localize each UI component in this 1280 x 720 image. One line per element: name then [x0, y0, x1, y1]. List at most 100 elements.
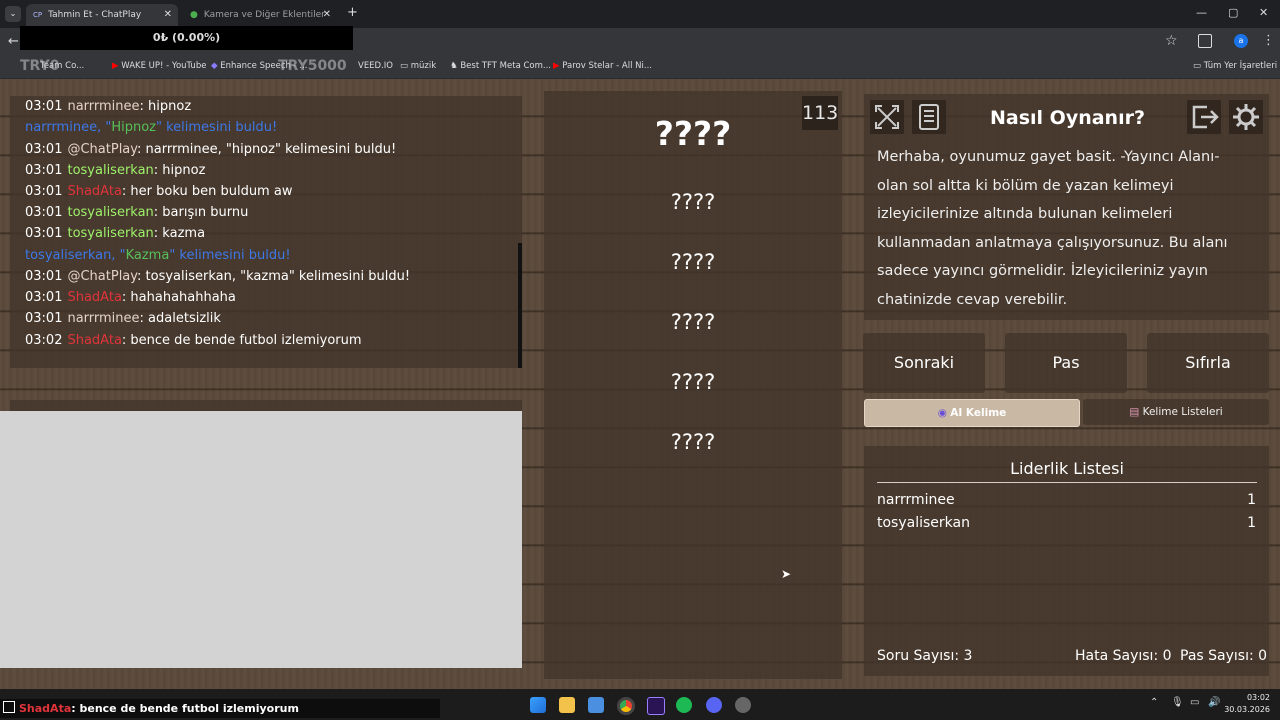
profile-avatar[interactable]: a — [1234, 34, 1248, 48]
bookmark-item[interactable]: ▭ Tüm Yer İşaretleri — [1193, 61, 1277, 71]
logout-icon[interactable] — [1187, 100, 1221, 134]
chat-timestamp: 03:01 — [25, 99, 63, 114]
spotify-icon[interactable] — [676, 697, 692, 713]
chat-username[interactable]: tosyaliserkan — [67, 163, 153, 178]
chat-timestamp: 03:01 — [25, 226, 63, 241]
chat-timestamp: 03:01 — [25, 184, 63, 199]
error-count: Hata Sayısı: 0 — [1075, 648, 1172, 664]
chat-message: 03:01 ShadAta: hahahahahhaha — [25, 290, 236, 305]
app-icon[interactable] — [735, 697, 751, 713]
tab-extensions[interactable]: ● Kamera ve Diğer Eklentiler ✕ — [182, 4, 337, 26]
list-icon: ▤ — [1129, 406, 1140, 418]
chat-timestamp: 03:01 — [25, 269, 63, 284]
chat-message: 03:01 ShadAta: her boku ben buldum aw — [25, 184, 292, 199]
chrome-icon[interactable] — [617, 697, 635, 715]
chat-message: 03:02 ShadAta: bence de bende futbol izle… — [25, 333, 362, 348]
leaderboard-score: 1 — [1247, 515, 1256, 531]
maximize-button[interactable]: ▢ — [1228, 6, 1238, 19]
bookmark-star-icon[interactable]: ☆ — [1165, 33, 1178, 49]
tab-chatplay[interactable]: CP Tahmin Et - ChatPlay ✕ — [26, 4, 178, 26]
rules-title: Nasıl Oynanır? — [990, 107, 1145, 129]
chat-username[interactable]: ShadAta — [67, 333, 121, 348]
chat-username[interactable]: narrrminee — [67, 311, 139, 326]
extensions-puzzle-icon[interactable] — [1198, 34, 1212, 48]
windows-start-icon[interactable] — [530, 697, 546, 713]
message-box-icon — [3, 701, 15, 713]
chat-username[interactable]: tosyaliserkan, — [25, 248, 115, 263]
bookmark-label: Tüm Yer İşaretleri — [1203, 61, 1278, 71]
ai-word-button[interactable]: ◉ AI Kelime — [864, 399, 1080, 427]
network-icon[interactable]: ▭ — [1190, 697, 1199, 708]
chat-username[interactable]: narrrminee — [67, 99, 139, 114]
premiere-icon[interactable] — [647, 697, 665, 715]
tab-label: Tahmin Et - ChatPlay — [48, 10, 142, 20]
chat-message: 03:01 @ChatPlay: narrrminee, "hipnoz" kel… — [25, 142, 396, 157]
chat-username[interactable]: tosyaliserkan — [67, 226, 153, 241]
notes-icon[interactable] — [912, 100, 946, 134]
pass-button[interactable]: Pas — [1005, 333, 1127, 393]
forbidden-word: ???? — [670, 310, 716, 334]
chat-message: 03:01 tosyaliserkan: hipnoz — [25, 163, 205, 178]
microphone-icon[interactable]: 🎙 — [1171, 697, 1184, 708]
tray-chevron-icon[interactable]: ⌃ — [1150, 697, 1158, 708]
chatplay-favicon: CP — [33, 11, 43, 19]
new-tab-button[interactable]: + — [347, 5, 358, 20]
chat-text: : hipnoz — [153, 163, 206, 178]
found-word: Hipnoz — [111, 120, 156, 135]
chat-username[interactable]: ShadAta — [67, 290, 121, 305]
main-word: ???? — [654, 114, 732, 153]
back-arrow-icon[interactable]: ← — [8, 34, 19, 49]
last-message-text: : bence de bende futbol izlemiyorum — [71, 702, 299, 715]
browser-tab-bar: ⌄ CP Tahmin Et - ChatPlay ✕ ● Kamera ve Di… — [0, 0, 1280, 28]
leaderboard-divider — [877, 482, 1257, 483]
store-icon[interactable] — [588, 697, 604, 713]
forbidden-word: ???? — [670, 430, 716, 454]
file-explorer-icon[interactable] — [559, 697, 575, 713]
chat-timestamp: 03:01 — [25, 205, 63, 220]
youtube-icon: ▶ — [112, 61, 119, 71]
found-word: Kazma — [125, 248, 170, 263]
reset-button[interactable]: Sıfırla — [1147, 333, 1269, 393]
forbidden-word: ???? — [670, 190, 716, 214]
enhance-icon: ◆ — [211, 61, 218, 71]
bookmark-item[interactable]: ▭ müzik — [400, 61, 436, 71]
rules-line: olan sol altta ki bölüm de yazan kelimey… — [877, 177, 1174, 194]
youtube-icon: ▶ — [553, 61, 560, 71]
folder-icon: ▭ — [1193, 61, 1202, 71]
chat-scrollbar[interactable] — [518, 243, 522, 368]
clock-time[interactable]: 03:02 — [1240, 693, 1270, 702]
chat-username[interactable]: @ChatPlay — [67, 142, 137, 157]
minimize-button[interactable]: — — [1196, 6, 1207, 19]
bookmark-item[interactable]: ▶ WAKE UP! - YouTube — [112, 61, 206, 71]
rules-line: izleyicilerinize altında bulunan kelimel… — [877, 206, 1173, 222]
ghost-overlay-left: TRY0 — [20, 58, 60, 74]
close-tab-icon[interactable]: ✕ — [323, 4, 331, 26]
next-button[interactable]: Sonraki — [863, 333, 985, 393]
chat-text: : tosyaliserkan, "kazma" kelimesini buld… — [137, 269, 411, 284]
close-window-button[interactable]: ✕ — [1259, 6, 1268, 19]
clock-date[interactable]: 30.03.2026 — [1218, 705, 1270, 714]
close-tab-icon[interactable]: ✕ — [164, 4, 172, 26]
chat-username[interactable]: tosyaliserkan — [67, 205, 153, 220]
leaderboard-name: narrrminee — [877, 492, 955, 508]
settings-gear-icon[interactable] — [1229, 100, 1263, 134]
chat-username[interactable]: @ChatPlay — [67, 269, 137, 284]
word-lists-button[interactable]: ▤ Kelime Listeleri — [1083, 399, 1269, 425]
bookmark-item[interactable]: ▶ Parov Stelar - All Ni... — [553, 61, 652, 71]
fullscreen-icon[interactable] — [870, 100, 904, 134]
tab-search-button[interactable]: ⌄ — [5, 6, 21, 22]
chat-username[interactable]: ShadAta — [67, 184, 121, 199]
chat-timestamp: 03:01 — [25, 290, 63, 305]
chat-username[interactable]: narrrminee, — [25, 120, 101, 135]
chat-text: : her boku ben buldum aw — [121, 184, 293, 199]
question-count: Soru Sayısı: 3 — [877, 648, 973, 664]
chat-text: : hipnoz — [139, 99, 192, 114]
bookmarks-bar: Team Co... ▶ WAKE UP! - YouTube ◆ Enhanc… — [0, 56, 1280, 79]
bookmark-item[interactable]: VEED.IO — [358, 61, 393, 71]
discord-icon[interactable] — [706, 697, 722, 713]
chat-message: 03:01 @ChatPlay: tosyaliserkan, "kazma" k… — [25, 269, 410, 284]
bookmark-item[interactable]: ♞ Best TFT Meta Com... — [450, 61, 551, 71]
rules-text: Merhaba, oyunumuz gayet basit. -Yayıncı … — [877, 143, 1242, 314]
menu-dots-icon[interactable]: ⋮ — [1262, 33, 1275, 48]
leaderboard-title: Liderlik Listesi — [1010, 459, 1124, 478]
